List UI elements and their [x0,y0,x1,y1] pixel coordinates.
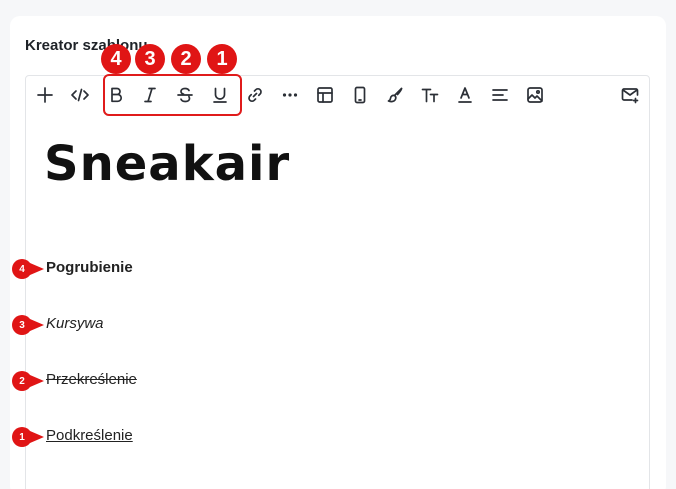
marker-italic: 3 [12,315,46,335]
table-button[interactable] [313,83,337,107]
align-button[interactable] [488,83,512,107]
badge-1: 1 [207,44,237,74]
code-icon [71,88,89,102]
code-button[interactable] [68,83,92,107]
table-icon [317,87,333,103]
sample-strikethrough-text[interactable]: Przekreślenie [46,371,137,388]
badge-3: 3 [135,44,165,74]
email-preview-button[interactable] [618,83,642,107]
arrow-icon [30,263,44,275]
brand-logo: Sneakair [44,136,291,192]
text-size-icon [421,88,439,103]
text-size-button[interactable] [418,83,442,107]
more-icon [282,93,298,97]
sample-underline-text[interactable]: Podkreślenie [46,427,133,444]
sample-bold-text[interactable]: Pogrubienie [46,259,133,276]
badge-2: 2 [171,44,201,74]
arrow-icon [30,375,44,387]
add-button[interactable] [33,83,57,107]
marker-strike: 2 [12,371,46,391]
mobile-icon [354,86,366,104]
more-button[interactable] [278,83,302,107]
image-button[interactable] [523,83,547,107]
align-left-icon [492,89,508,101]
text-color-icon [458,87,472,103]
link-icon [248,87,262,103]
link-button[interactable] [243,83,267,107]
formatting-highlight [103,74,242,116]
sample-italic-text[interactable]: Kursywa [46,315,104,332]
text-color-button[interactable] [453,83,477,107]
mobile-preview-button[interactable] [348,83,372,107]
email-icon [621,88,639,104]
marker-underline: 1 [12,427,46,447]
brush-button[interactable] [383,83,407,107]
plus-icon [37,87,53,103]
badge-4: 4 [101,44,131,74]
brush-icon [387,87,403,103]
arrow-icon [30,431,44,443]
image-icon [527,87,543,103]
arrow-icon [30,319,44,331]
marker-bold: 4 [12,259,46,279]
